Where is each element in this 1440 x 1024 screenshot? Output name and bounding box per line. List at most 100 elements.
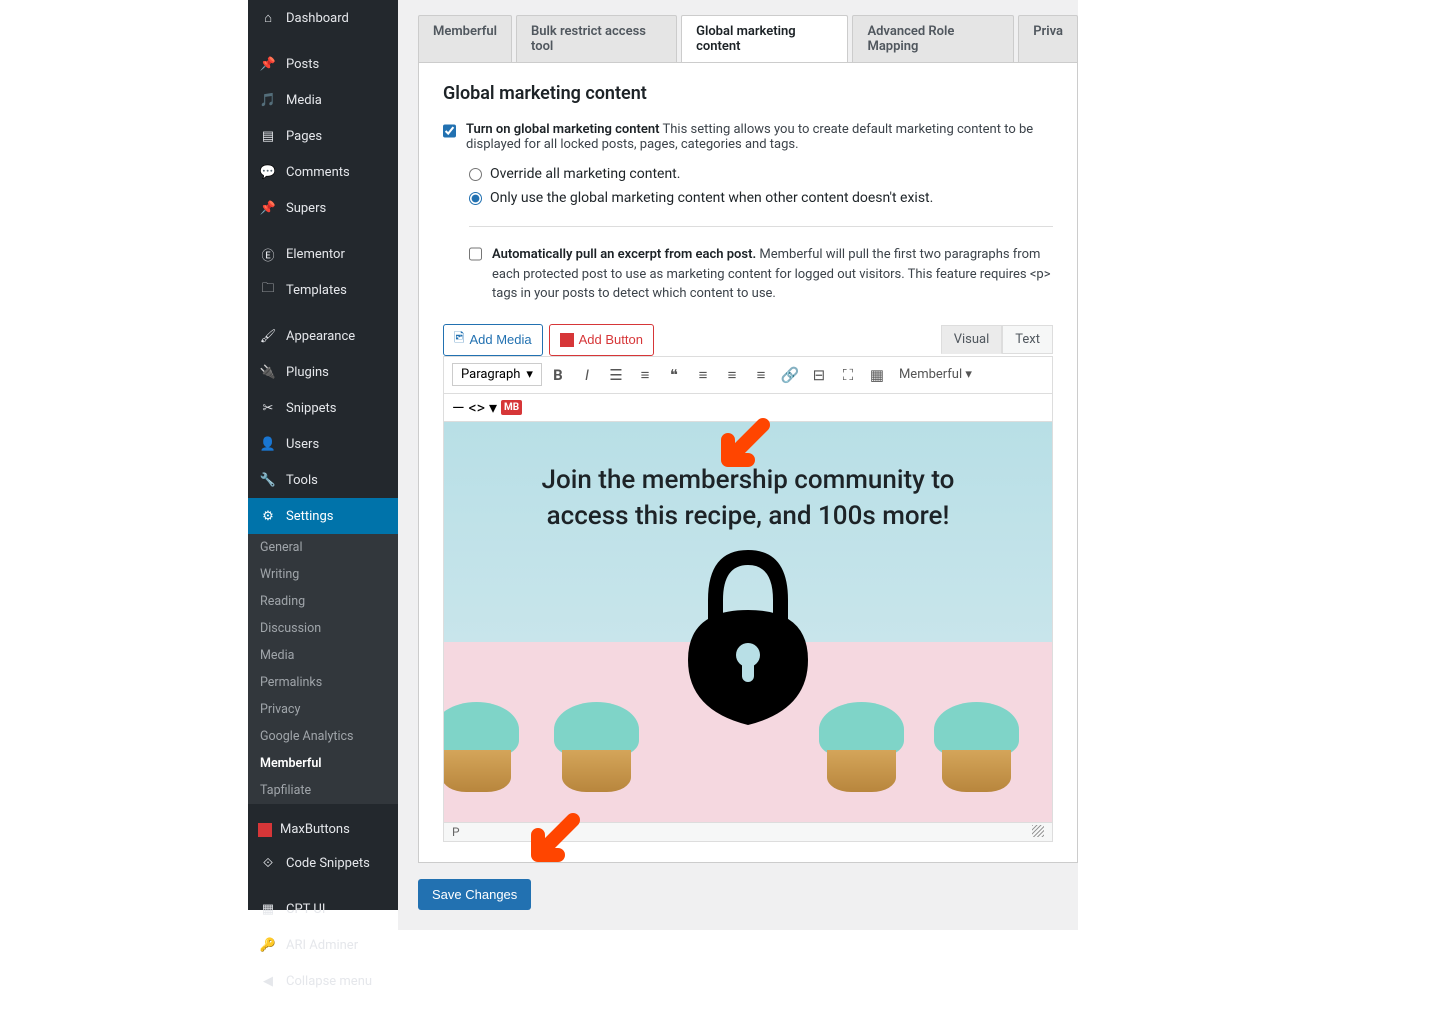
tab-global-marketing[interactable]: Global marketing content bbox=[681, 15, 848, 62]
sidebar-item-comments[interactable]: 💬 Comments bbox=[248, 154, 398, 190]
button-label: Add Media bbox=[469, 332, 531, 347]
sidebar-sub-google-analytics[interactable]: Google Analytics bbox=[248, 723, 398, 750]
sidebar-sub-privacy[interactable]: Privacy bbox=[248, 696, 398, 723]
sidebar-item-tools[interactable]: 🔧Tools bbox=[248, 462, 398, 498]
sidebar-item-elementor[interactable]: ⒺElementor bbox=[248, 236, 398, 272]
fullscreen-button[interactable]: ⛶ bbox=[835, 362, 861, 388]
bold-button[interactable]: B bbox=[545, 362, 571, 388]
settings-tabs: Memberful Bulk restrict access tool Glob… bbox=[418, 15, 1078, 63]
dropdown-button[interactable]: ▾ bbox=[489, 398, 497, 417]
sidebar-sub-reading[interactable]: Reading bbox=[248, 588, 398, 615]
italic-button[interactable]: I bbox=[574, 362, 600, 388]
code-button[interactable]: <> bbox=[469, 398, 486, 417]
sidebar-item-label: Tools bbox=[286, 473, 318, 488]
sidebar-item-label: Snippets bbox=[286, 401, 337, 416]
radio-label: Override all marketing content. bbox=[490, 166, 680, 182]
radio-override-all[interactable]: Override all marketing content. bbox=[469, 166, 1053, 182]
sidebar-sub-media[interactable]: Media bbox=[248, 642, 398, 669]
sidebar-item-collapse[interactable]: ◀Collapse menu bbox=[248, 963, 398, 999]
divider bbox=[469, 226, 1053, 227]
align-right-button[interactable]: ≡ bbox=[748, 362, 774, 388]
tab-memberful[interactable]: Memberful bbox=[418, 15, 512, 62]
sidebar-item-templates[interactable]: 🗀Templates bbox=[248, 272, 398, 308]
pin-icon: 📌 bbox=[258, 54, 278, 74]
sidebar-item-label: Dashboard bbox=[286, 11, 349, 26]
sidebar-item-label: Appearance bbox=[286, 329, 355, 344]
sidebar-sub-tapfiliate[interactable]: Tapfiliate bbox=[248, 777, 398, 804]
media-icon: 🎵 bbox=[258, 90, 278, 110]
dropdown-label: Memberful bbox=[899, 367, 962, 382]
tab-bulk-restrict[interactable]: Bulk restrict access tool bbox=[516, 15, 677, 62]
sidebar-item-label: Collapse menu bbox=[286, 974, 372, 989]
editor-toolbar-1: Paragraph▾ B I ☰ ≡ ❝ ≡ ≡ ≡ 🔗 ⊟ ⛶ ▦ Membe… bbox=[444, 357, 1052, 394]
sidebar-item-label: Media bbox=[286, 93, 322, 108]
plug-icon: 🔌 bbox=[258, 362, 278, 382]
sidebar-item-posts[interactable]: 📌Posts bbox=[248, 46, 398, 82]
enable-global-marketing-checkbox[interactable] bbox=[443, 123, 456, 139]
sidebar-item-label: Users bbox=[286, 437, 319, 452]
sidebar-item-supers[interactable]: 📌 Supers bbox=[248, 190, 398, 226]
sidebar-item-label: Elementor bbox=[286, 247, 345, 262]
sidebar-item-cpt-ui[interactable]: ▦CPT UI bbox=[248, 891, 398, 927]
auto-excerpt-checkbox[interactable] bbox=[469, 246, 482, 262]
sidebar-item-media[interactable]: 🎵 Media bbox=[248, 82, 398, 118]
numbered-list-button[interactable]: ≡ bbox=[632, 362, 658, 388]
radio-only-input[interactable] bbox=[469, 192, 482, 205]
key-icon: 🔑 bbox=[258, 935, 278, 955]
sidebar-item-appearance[interactable]: 🖌Appearance bbox=[248, 318, 398, 354]
lock-icon bbox=[658, 530, 838, 730]
resize-handle[interactable] bbox=[1032, 825, 1044, 837]
pages-icon: ▤ bbox=[258, 126, 278, 146]
add-button-button[interactable]: Add Button bbox=[549, 324, 654, 356]
sidebar-item-ari-adminer[interactable]: 🔑 ARI Adminer bbox=[248, 927, 398, 963]
tab-advanced-role-mapping[interactable]: Advanced Role Mapping bbox=[852, 15, 1014, 62]
pin-icon: 📌 bbox=[258, 198, 278, 218]
sidebar-item-label: Settings bbox=[286, 509, 333, 524]
sidebar-item-settings[interactable]: ⚙Settings bbox=[248, 498, 398, 534]
enable-global-marketing-row: Turn on global marketing content This se… bbox=[443, 122, 1053, 152]
scissors-icon: ✂ bbox=[258, 398, 278, 418]
tab-privacy[interactable]: Priva bbox=[1018, 15, 1078, 62]
sidebar-item-dashboard[interactable]: ⌂Dashboard bbox=[248, 0, 398, 36]
align-left-button[interactable]: ≡ bbox=[690, 362, 716, 388]
user-icon: 👤 bbox=[258, 434, 278, 454]
sidebar-item-pages[interactable]: ▤Pages bbox=[248, 118, 398, 154]
comment-icon: 💬 bbox=[258, 162, 278, 182]
sidebar-item-label: Comments bbox=[286, 165, 350, 180]
sidebar-item-label: Supers bbox=[286, 201, 326, 216]
sidebar-item-code-snippets[interactable]: ⟐Code Snippets bbox=[248, 845, 398, 881]
sidebar-sub-memberful[interactable]: Memberful bbox=[248, 750, 398, 777]
radio-override-input[interactable] bbox=[469, 168, 482, 181]
align-center-button[interactable]: ≡ bbox=[719, 362, 745, 388]
save-changes-button[interactable]: Save Changes bbox=[418, 879, 531, 910]
memberful-dropdown[interactable]: Memberful ▾ bbox=[893, 367, 978, 382]
hr-button[interactable]: — bbox=[452, 398, 465, 417]
sidebar-item-maxbuttons[interactable]: MaxButtons bbox=[248, 814, 398, 845]
mb-icon bbox=[560, 333, 574, 347]
editor-tab-visual[interactable]: Visual bbox=[941, 325, 1003, 354]
bullet-list-button[interactable]: ☰ bbox=[603, 362, 629, 388]
add-media-button[interactable]: 🖻Add Media bbox=[443, 324, 543, 356]
editor-top-row: 🖻Add Media Add Button Visual Text bbox=[443, 324, 1053, 356]
sidebar-item-snippets[interactable]: ✂ Snippets bbox=[248, 390, 398, 426]
link-button[interactable]: 🔗 bbox=[777, 362, 803, 388]
sidebar-sub-discussion[interactable]: Discussion bbox=[248, 615, 398, 642]
section-title: Global marketing content bbox=[443, 83, 1053, 104]
sidebar-sub-general[interactable]: General bbox=[248, 534, 398, 561]
more-button[interactable]: ⊟ bbox=[806, 362, 832, 388]
sidebar-item-label: ARI Adminer bbox=[286, 938, 358, 953]
sidebar-item-label: CPT UI bbox=[286, 902, 325, 917]
mb-badge-icon[interactable]: MB bbox=[501, 400, 522, 415]
admin-sidebar: ⌂Dashboard 📌Posts 🎵 Media ▤Pages 💬 Comment… bbox=[248, 0, 398, 910]
sidebar-item-users[interactable]: 👤 Users bbox=[248, 426, 398, 462]
radio-only-when-missing[interactable]: Only use the global marketing content wh… bbox=[469, 190, 1053, 206]
format-select[interactable]: Paragraph▾ bbox=[452, 363, 542, 386]
sidebar-item-plugins[interactable]: 🔌Plugins bbox=[248, 354, 398, 390]
toolbar-toggle-button[interactable]: ▦ bbox=[864, 362, 890, 388]
sidebar-sub-permalinks[interactable]: Permalinks bbox=[248, 669, 398, 696]
sidebar-item-label: Templates bbox=[286, 283, 347, 298]
editor-tab-text[interactable]: Text bbox=[1002, 325, 1053, 354]
quote-button[interactable]: ❝ bbox=[661, 362, 687, 388]
sidebar-sub-writing[interactable]: Writing bbox=[248, 561, 398, 588]
cupcake-image bbox=[924, 702, 1029, 792]
